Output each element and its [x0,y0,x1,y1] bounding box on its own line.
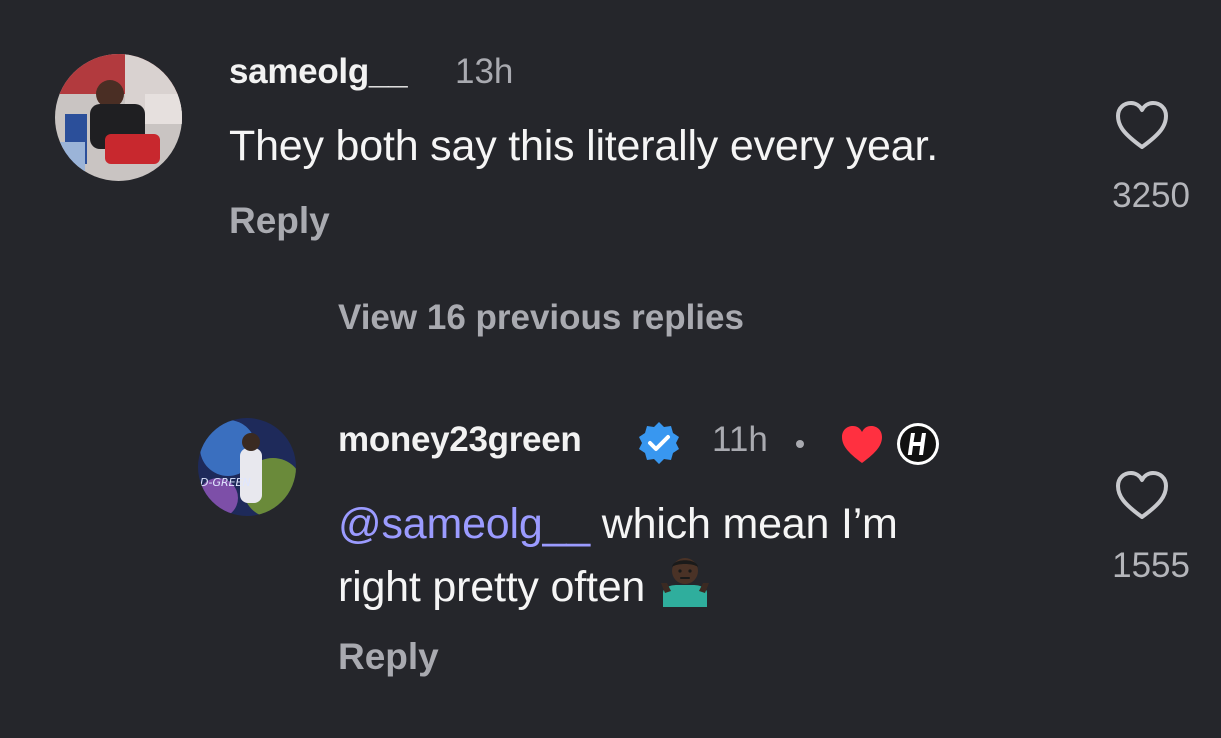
reply-button[interactable]: Reply [338,636,439,678]
reply-text-line1: which mean I’m [590,500,898,548]
separator-dot [796,440,804,448]
like-count: 3250 [1112,176,1190,215]
like-count: 1555 [1112,546,1190,585]
view-previous-replies-button[interactable]: View 16 previous replies [338,298,744,338]
person-shrugging-emoji-icon [661,558,710,607]
basketball-player-avatar-icon [55,54,182,181]
like-button[interactable] [1114,470,1170,522]
svg-text:D-GREEN: D-GREEN [200,476,251,489]
avatar[interactable] [55,54,182,181]
verified-badge-icon [639,422,679,464]
comment-username[interactable]: sameolg__ [229,52,408,92]
comment-timestamp: 13h [455,52,514,91]
reply-timestamp: 11h [712,420,768,459]
comments-section: sameolg__ 13h They both say this literal… [0,0,1221,738]
reply-button[interactable]: Reply [229,200,330,242]
heart-outline-icon [1116,471,1168,519]
heart-outline-icon [1116,101,1168,149]
avatar[interactable]: D-GREEN [198,418,296,516]
basketball-player-avatar-icon: D-GREEN [198,418,296,516]
mention-link[interactable]: @sameolg__ [338,500,590,548]
reply-username[interactable]: money23green [338,420,582,460]
reply-text-line2: right pretty often [338,563,646,611]
comment-text: They both say this literally every year. [229,122,938,170]
creator-profile-badge-icon [897,423,939,465]
like-button[interactable] [1114,100,1170,152]
reply-text: @sameolg__ which mean I’m right pretty o… [338,496,898,616]
creator-liked-heart-icon [842,426,882,463]
